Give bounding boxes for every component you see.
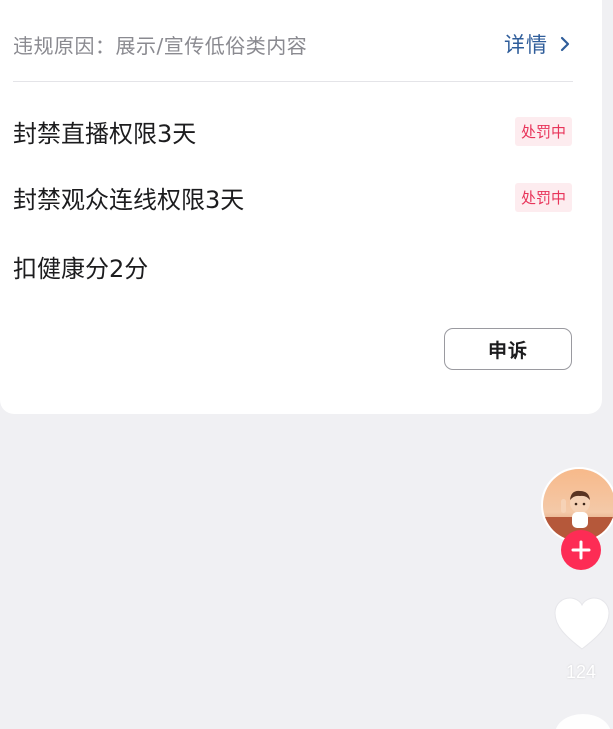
comment-icon[interactable] bbox=[555, 714, 611, 729]
heart-icon[interactable] bbox=[553, 597, 611, 651]
penalty-item: 封禁直播权限3天 处罚中 bbox=[13, 111, 573, 151]
penalty-item: 扣健康分2分 bbox=[13, 246, 573, 286]
plus-icon bbox=[571, 540, 591, 560]
violation-reason: 违规原因：展示/宣传低俗类内容 bbox=[13, 33, 308, 58]
status-badge: 处罚中 bbox=[514, 116, 572, 146]
like-count: 124 bbox=[565, 662, 597, 682]
status-badge: 处罚中 bbox=[514, 182, 572, 212]
page: 违规原因：展示/宣传低俗类内容 详情 封禁直播权限3天 处罚中 封禁观众连线权限… bbox=[0, 0, 613, 729]
chevron-right-icon bbox=[560, 36, 570, 52]
details-label: 详情 bbox=[504, 33, 548, 57]
follow-button[interactable] bbox=[561, 530, 601, 570]
penalty-text: 封禁直播权限3天 bbox=[13, 119, 197, 148]
violation-reason-row: 违规原因：展示/宣传低俗类内容 详情 bbox=[13, 26, 574, 62]
divider bbox=[13, 81, 573, 82]
penalty-text: 扣健康分2分 bbox=[13, 254, 149, 283]
penalty-item: 封禁观众连线权限3天 处罚中 bbox=[13, 177, 573, 217]
details-link[interactable]: 详情 bbox=[504, 29, 574, 59]
penalty-card: 违规原因：展示/宣传低俗类内容 详情 封禁直播权限3天 处罚中 封禁观众连线权限… bbox=[0, 0, 602, 414]
penalty-text: 封禁观众连线权限3天 bbox=[13, 185, 245, 214]
appeal-button[interactable]: 申诉 bbox=[444, 328, 572, 370]
